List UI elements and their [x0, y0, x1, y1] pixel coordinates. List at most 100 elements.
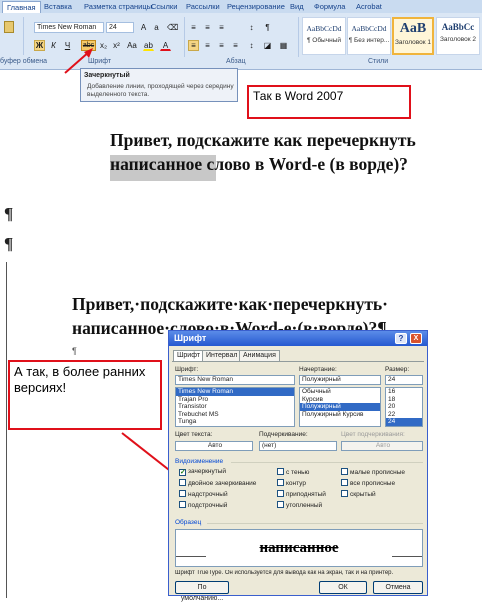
double-strikethrough-checkbox[interactable]: двойное зачеркивание — [179, 479, 256, 488]
tab-insert[interactable]: Вставка — [44, 1, 72, 13]
line-spacing-icon[interactable]: ↕ — [246, 40, 257, 51]
footer-note: Шрифт TrueType. Он используется для выво… — [175, 570, 394, 576]
style-normal[interactable]: AaBbCcDd ¶ Обычный — [302, 17, 346, 55]
tab-acrobat[interactable]: Acrobat — [356, 1, 382, 13]
style-field[interactable]: Полужирный — [299, 375, 381, 385]
underline-select[interactable]: (нет) — [259, 441, 337, 451]
tab-view[interactable]: Вид — [290, 1, 304, 13]
shadow-checkbox[interactable]: с тенью — [277, 468, 309, 477]
style-list[interactable]: Обычный Курсив Полужирный Полужирный Кур… — [299, 387, 381, 427]
list-item[interactable]: 20 — [386, 403, 422, 411]
tab-mailings[interactable]: Рассылки — [186, 1, 220, 13]
font-color-button[interactable]: A — [160, 40, 171, 51]
default-button[interactable]: По умолчанию... — [175, 581, 229, 602]
checkbox-label: приподнятый — [286, 491, 326, 498]
checkbox-label: малые прописные — [350, 469, 405, 476]
clipboard-group — [0, 17, 24, 55]
style-sample: AaB — [399, 21, 427, 36]
bold-button[interactable]: Ж — [34, 40, 45, 51]
list-item[interactable]: Tunga — [176, 418, 294, 426]
bullets-icon[interactable]: ≡ — [188, 22, 199, 33]
list-item[interactable]: 18 — [386, 396, 422, 404]
font-name-field[interactable]: Times New Roman — [175, 375, 295, 385]
list-item[interactable]: Times New Roman — [176, 388, 294, 396]
list-item[interactable]: 24 — [386, 418, 422, 426]
help-button[interactable]: ? — [395, 333, 407, 344]
list-item[interactable]: 16 — [386, 388, 422, 396]
size-list[interactable]: 16 18 20 22 24 — [385, 387, 423, 427]
list-item[interactable]: Transistor — [176, 403, 294, 411]
size-field[interactable]: 24 — [385, 375, 423, 385]
tab-review[interactable]: Рецензирование — [227, 1, 285, 13]
tab-font[interactable]: Шрифт — [173, 350, 205, 361]
small-caps-checkbox[interactable]: малые прописные — [341, 468, 405, 477]
outline-checkbox[interactable]: контур — [277, 479, 306, 488]
close-button[interactable]: X — [410, 333, 422, 344]
style-name: ¶ Обычный — [306, 37, 342, 44]
italic-button[interactable]: К — [48, 40, 59, 51]
list-item[interactable]: Обычный — [300, 388, 380, 396]
tab-page-layout[interactable]: Разметка страницы — [84, 1, 152, 13]
tab-home[interactable]: Главная — [2, 1, 41, 13]
list-item[interactable]: 22 — [386, 411, 422, 419]
ok-button[interactable]: ОК — [319, 581, 367, 594]
list-item[interactable]: Trebuchet MS — [176, 411, 294, 419]
style-sample: AaBbCcDd — [351, 24, 387, 33]
hidden-checkbox[interactable]: скрытый — [341, 490, 376, 499]
font-name-combo[interactable]: Times New Roman — [34, 22, 104, 33]
checkbox-label: все прописные — [350, 480, 396, 487]
sort-icon[interactable]: ↕ — [246, 22, 257, 33]
style-heading-2[interactable]: AaBbCc Заголовок 2 — [436, 17, 480, 55]
align-center-icon[interactable]: ≡ — [202, 40, 213, 51]
tab-references[interactable]: Ссылки — [151, 1, 177, 13]
all-caps-checkbox[interactable]: все прописные — [341, 479, 395, 488]
tab-spacing[interactable]: Интервал — [202, 350, 242, 361]
grow-font-icon[interactable]: A — [138, 22, 149, 33]
justify-icon[interactable]: ≡ — [230, 40, 241, 51]
strikethrough-checkbox[interactable]: ✓ зачеркнутый — [179, 468, 226, 476]
tab-animation[interactable]: Анимация — [239, 350, 280, 361]
styles-group-label: Стили — [368, 58, 389, 65]
list-item[interactable]: Полужирный — [300, 403, 380, 411]
list-item[interactable]: Trajan Pro — [176, 396, 294, 404]
underline-color-label: Цвет подчеркивания: — [341, 431, 405, 438]
font-size-combo[interactable]: 24 — [106, 22, 134, 33]
paste-icon[interactable] — [4, 21, 14, 33]
engrave-checkbox[interactable]: утопленный — [277, 501, 322, 510]
shrink-font-icon[interactable]: a — [151, 22, 162, 33]
superscript-button[interactable]: x² — [111, 40, 122, 51]
align-right-icon[interactable]: ≡ — [216, 40, 227, 51]
doc-line: Привет, подскажите как перечеркнуть — [110, 130, 416, 150]
dialog-titlebar: Шрифт — [169, 331, 427, 346]
clipboard-group-label: буфер обмена — [0, 58, 47, 65]
cancel-button[interactable]: Отмена — [373, 581, 423, 594]
subscript-checkbox[interactable]: подстрочный — [179, 501, 227, 510]
list-item[interactable]: Полужирный Курсив — [300, 411, 380, 419]
numbering-icon[interactable]: ≡ — [202, 22, 213, 33]
text-color-select[interactable]: Авто — [175, 441, 253, 451]
style-heading-1[interactable]: AaB Заголовок 1 — [392, 17, 434, 55]
superscript-checkbox[interactable]: надстрочный — [179, 490, 228, 499]
multilevel-icon[interactable]: ≡ — [216, 22, 227, 33]
clear-format-icon[interactable]: ⌫ — [166, 22, 178, 33]
tooltip-title: Зачеркнутый — [84, 72, 130, 79]
change-case-button[interactable]: Aa — [125, 40, 139, 51]
tab-formula[interactable]: Формула — [314, 1, 345, 13]
underline-color-select[interactable]: Авто — [341, 441, 423, 451]
borders-icon[interactable]: ▦ — [278, 40, 289, 51]
font-list[interactable]: Times New Roman Trajan Pro Transistor Tr… — [175, 387, 295, 427]
style-name: ¶ Без интер... — [348, 37, 390, 44]
ribbon-tab-bar: Главная Вставка Разметка страницы Ссылки… — [0, 0, 482, 13]
tooltip-body: Добавление линии, проходящей через серед… — [87, 83, 234, 98]
callout-text: А так, в более ранних версиях! — [14, 364, 146, 395]
show-marks-icon[interactable]: ¶ — [262, 22, 273, 33]
shading-icon[interactable]: ◪ — [262, 40, 273, 51]
style-sample: AaBbCc — [441, 22, 475, 32]
style-no-spacing[interactable]: AaBbCcDd ¶ Без интер... — [347, 17, 391, 55]
emboss-checkbox[interactable]: приподнятый — [277, 490, 326, 499]
doc-line-text: написанное слово в Word-е (в ворде)? — [110, 154, 408, 174]
document-text-top: Привет, подскажите как перечеркнуть напи… — [110, 128, 480, 181]
highlight-button[interactable]: ab — [143, 40, 154, 51]
align-left-icon[interactable]: ≡ — [188, 40, 199, 51]
style-name: Заголовок 1 — [395, 39, 431, 46]
